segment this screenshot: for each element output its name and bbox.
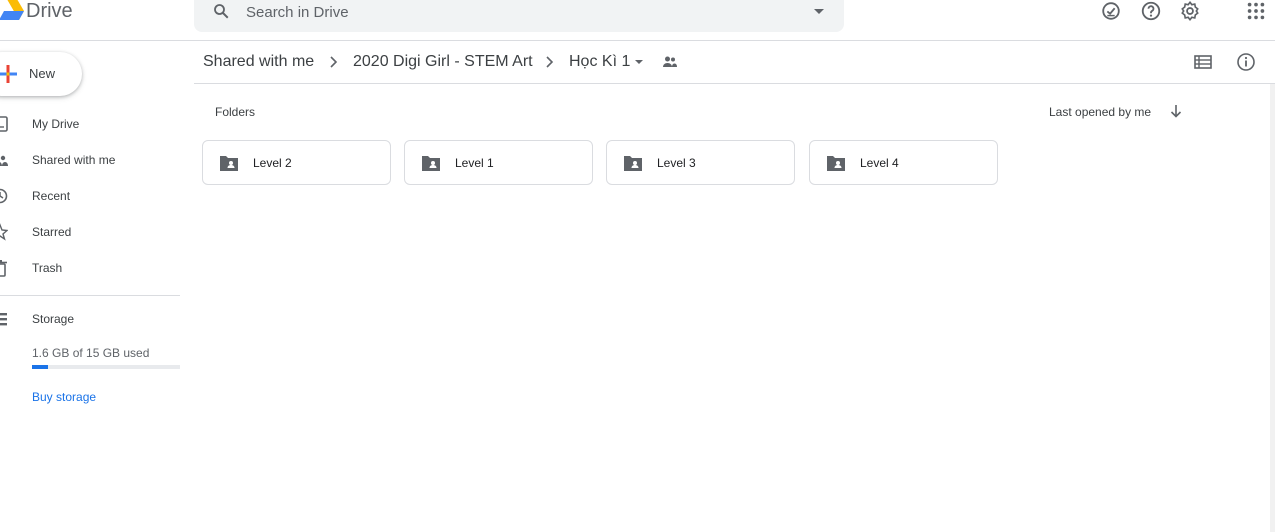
- breadcrumb-current[interactable]: Học Kì 1: [569, 53, 630, 71]
- my-drive-icon: [0, 116, 8, 132]
- sidebar-item-trash[interactable]: Trash: [0, 253, 180, 283]
- shared-folder-icon: [827, 156, 845, 171]
- folders-section-title: Folders: [215, 105, 256, 119]
- folder-name: Level 1: [455, 156, 494, 170]
- sidebar-item-starred[interactable]: Starred: [0, 217, 180, 247]
- breadcrumb-item[interactable]: Shared with me: [203, 53, 314, 71]
- folder-card[interactable]: Level 3: [606, 140, 795, 185]
- search-icon[interactable]: [212, 2, 230, 20]
- breadcrumb-item[interactable]: 2020 Digi Girl - STEM Art: [353, 53, 533, 71]
- sidebar-item-label: My Drive: [32, 117, 80, 131]
- storage-usage-bar: [32, 365, 180, 369]
- content-header-divider: [194, 83, 1275, 84]
- offline-ready-icon[interactable]: [1100, 0, 1122, 22]
- sidebar-item-shared[interactable]: Shared with me: [0, 145, 180, 175]
- folder-name: Level 3: [657, 156, 696, 170]
- top-bar: Drive Search in Drive: [0, 0, 1275, 41]
- clock-icon: [0, 188, 8, 204]
- scrollbar-track[interactable]: [1270, 84, 1275, 532]
- folder-card[interactable]: Level 4: [809, 140, 998, 185]
- storage-usage-text: 1.6 GB of 15 GB used: [32, 346, 150, 360]
- new-button-label: New: [29, 66, 56, 81]
- sidebar-item-label: Storage: [32, 312, 75, 326]
- chevron-right-icon: [546, 56, 554, 68]
- sidebar-divider: [0, 295, 180, 296]
- buy-storage-link[interactable]: Buy storage: [32, 390, 96, 404]
- folder-name: Level 4: [860, 156, 899, 170]
- shared-folder-icon: [422, 156, 440, 171]
- search-input[interactable]: Search in Drive: [246, 4, 349, 21]
- folder-name: Level 2: [253, 156, 292, 170]
- sidebar-item-recent[interactable]: Recent: [0, 181, 180, 211]
- drive-logo-icon[interactable]: [0, 0, 24, 22]
- info-icon[interactable]: [1236, 52, 1256, 72]
- sidebar-item-label: Shared with me: [32, 153, 116, 167]
- search-options-dropdown-icon[interactable]: [814, 9, 824, 14]
- sidebar-item-label: Trash: [32, 261, 63, 275]
- shared-folder-icon: [624, 156, 642, 171]
- storage-icon: [0, 313, 7, 326]
- star-icon: [0, 223, 8, 241]
- sort-option-label[interactable]: Last opened by me: [1049, 105, 1151, 119]
- folder-menu-dropdown-icon[interactable]: [635, 60, 643, 64]
- shared-folder-people-icon[interactable]: [662, 55, 678, 69]
- sidebar-item-my-drive[interactable]: My Drive: [0, 109, 180, 139]
- apps-grid-icon[interactable]: [1245, 0, 1267, 22]
- trash-icon: [0, 260, 7, 277]
- plus-icon: [0, 65, 17, 83]
- storage-usage-fill: [32, 365, 48, 369]
- folder-card[interactable]: Level 1: [404, 140, 593, 185]
- help-icon[interactable]: [1140, 0, 1162, 22]
- shared-icon: [0, 155, 8, 166]
- new-button[interactable]: New: [0, 52, 82, 96]
- sidebar-item-storage[interactable]: Storage: [0, 304, 180, 334]
- sort-direction-arrow-icon[interactable]: [1169, 103, 1183, 119]
- app-name[interactable]: Drive: [26, 0, 73, 22]
- list-view-icon[interactable]: [1194, 53, 1212, 71]
- chevron-right-icon: [330, 56, 338, 68]
- sidebar-item-label: Recent: [32, 189, 71, 203]
- settings-icon[interactable]: [1179, 0, 1201, 22]
- shared-folder-icon: [220, 156, 238, 171]
- search-bar[interactable]: Search in Drive: [194, 0, 844, 32]
- folder-card[interactable]: Level 2: [202, 140, 391, 185]
- sidebar-item-label: Starred: [32, 225, 72, 239]
